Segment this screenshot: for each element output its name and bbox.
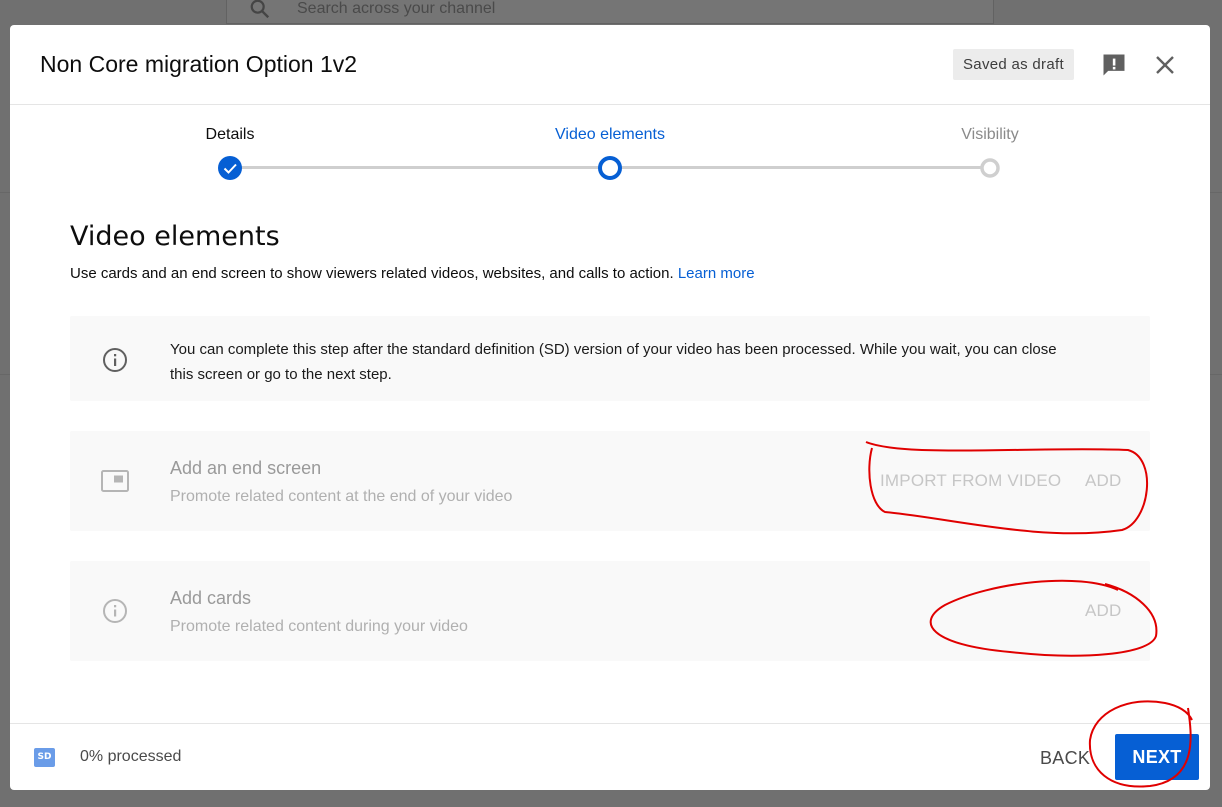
cards-card: Add cards Promote related content during… <box>70 561 1150 661</box>
info-icon <box>103 348 127 372</box>
upload-dialog: Non Core migration Option 1v2 Saved as d… <box>10 25 1210 790</box>
dialog-title: Non Core migration Option 1v2 <box>40 51 358 77</box>
end-screen-icon <box>101 470 129 492</box>
step-details-check-icon[interactable] <box>217 155 243 181</box>
add-cards-button[interactable]: ADD <box>1085 601 1122 621</box>
import-from-video-button[interactable]: IMPORT FROM VIDEO <box>880 471 1061 491</box>
search-icon <box>250 0 270 19</box>
progress-stepper: Details Video elements Visibility <box>10 105 1210 205</box>
dialog-footer: SD 0% processed BACK NEXT <box>10 723 1210 790</box>
step-video-elements-label[interactable]: Video elements <box>555 126 665 144</box>
section-description-text: Use cards and an end screen to show view… <box>70 265 674 282</box>
learn-more-link[interactable]: Learn more <box>678 265 755 282</box>
end-screen-title: Add an end screen <box>170 458 322 478</box>
dialog-header: Non Core migration Option 1v2 Saved as d… <box>10 25 1210 105</box>
close-icon[interactable] <box>1153 53 1177 77</box>
processing-info-text: You can complete this step after the sta… <box>170 341 1057 383</box>
step-connector <box>230 166 610 169</box>
cards-subtitle: Promote related content during your vide… <box>170 618 468 635</box>
end-screen-card: Add an end screen Promote related conten… <box>70 431 1150 531</box>
step-connector <box>610 166 990 169</box>
saved-as-draft-badge: Saved as draft <box>953 49 1074 80</box>
background-search-bar: Search across your channel <box>226 0 994 24</box>
next-button[interactable]: NEXT <box>1115 734 1199 780</box>
cards-title: Add cards <box>170 588 252 608</box>
step-visibility-dot[interactable] <box>979 157 1001 179</box>
section-title: Video elements <box>70 221 280 252</box>
background-search-placeholder: Search across your channel <box>297 0 496 17</box>
step-details-label[interactable]: Details <box>206 126 255 144</box>
add-end-screen-button[interactable]: ADD <box>1085 471 1122 491</box>
step-visibility-label[interactable]: Visibility <box>961 126 1019 144</box>
section-description: Use cards and an end screen to show view… <box>70 265 755 282</box>
sd-badge-icon: SD <box>34 748 55 767</box>
processing-status: 0% processed <box>80 748 182 765</box>
back-button[interactable]: BACK <box>1040 748 1090 769</box>
info-icon <box>103 599 127 623</box>
processing-info-box: You can complete this step after the sta… <box>70 316 1150 401</box>
step-video-elements-dot[interactable] <box>597 155 623 181</box>
feedback-icon[interactable] <box>1100 51 1128 79</box>
end-screen-subtitle: Promote related content at the end of yo… <box>170 488 513 505</box>
